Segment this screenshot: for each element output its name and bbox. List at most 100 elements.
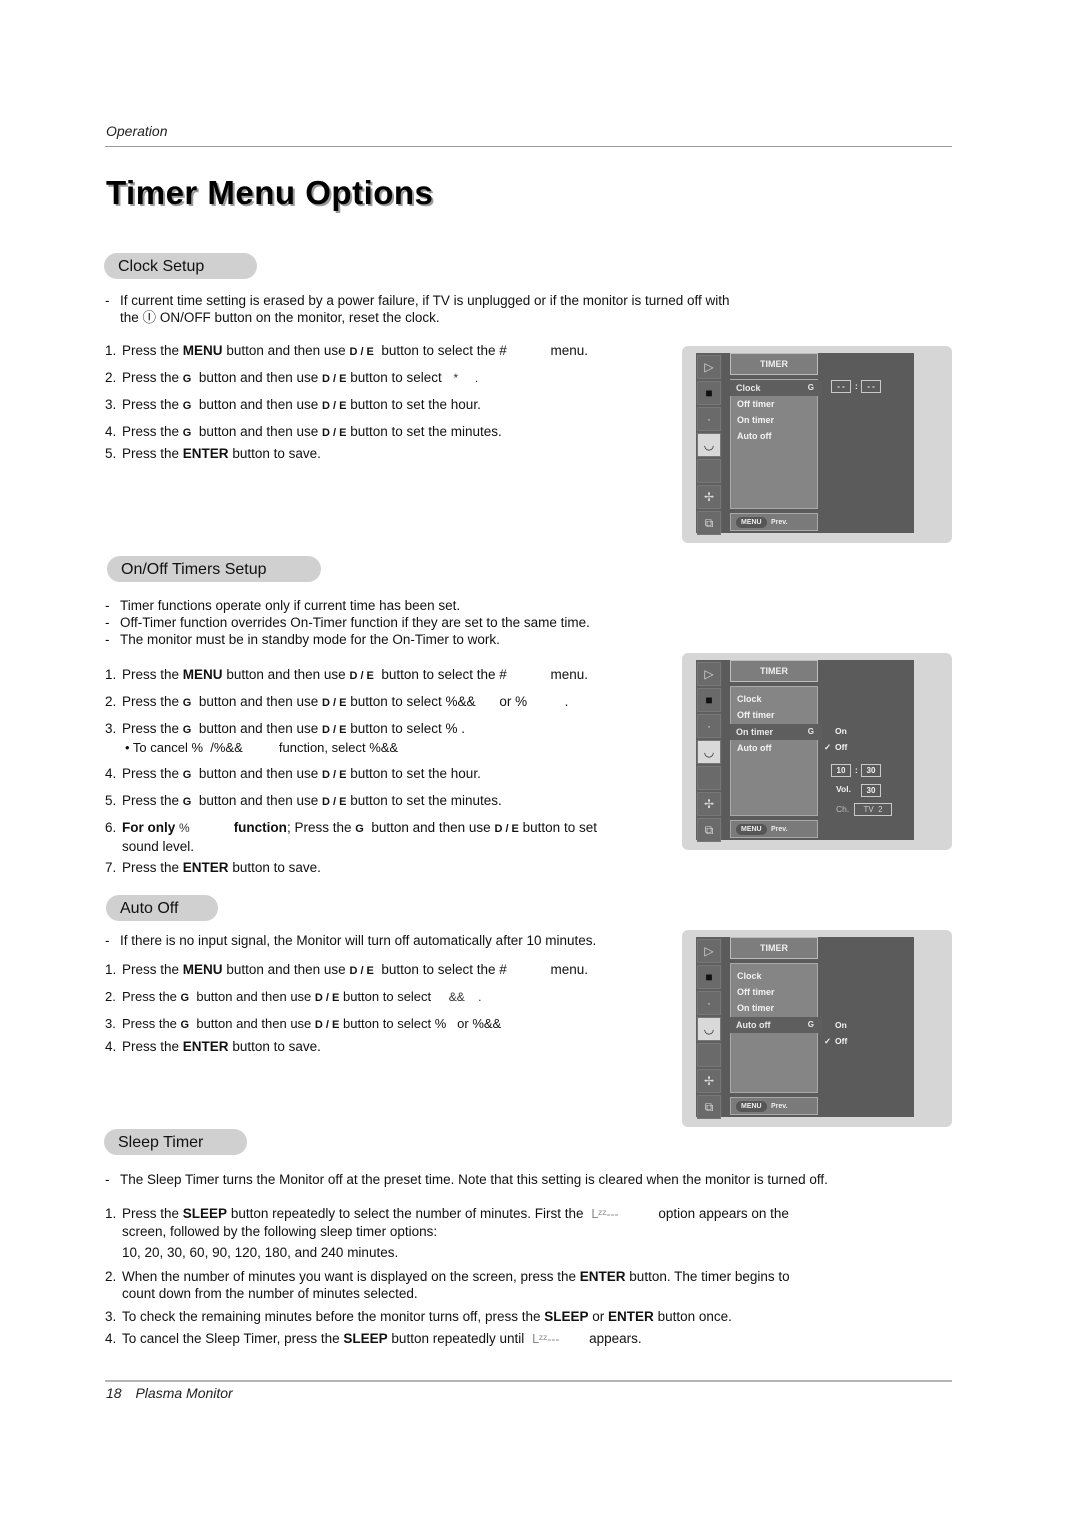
osd-menu-button[interactable]: MENU <box>736 1101 767 1112</box>
osd-timer-icon: ◡ <box>697 433 721 457</box>
sleep-icon: ᒪᶻᶻ--- <box>591 1207 619 1221</box>
osd-blank-icon <box>697 766 721 790</box>
right-key-icon: G <box>180 992 190 1004</box>
minute-field[interactable]: 30 <box>861 764 881 777</box>
osd-icon-strip: ▷ ■ · ◡ ✢ ⧉ <box>696 353 722 535</box>
osd-item-off-timer[interactable]: Off timer <box>731 396 817 412</box>
onoff-step-3: 3. Press the G button and then use D / E… <box>105 721 466 755</box>
osd-menu-footer: MENU Prev. <box>730 1097 818 1115</box>
osd-item-clock[interactable]: Clock G <box>730 380 822 396</box>
osd-item-on-timer[interactable]: On timer <box>731 1000 817 1016</box>
onoff-heading: On/Off Timers Setup <box>107 556 321 582</box>
option-off[interactable]: Off <box>835 742 847 752</box>
section-label: Operation <box>106 123 168 139</box>
osd-menu-button[interactable]: MENU <box>736 824 767 835</box>
option-on[interactable]: On <box>835 1020 847 1030</box>
up-down-keys-icon: D / E <box>322 427 347 439</box>
auto-off-heading: Auto Off <box>106 895 218 921</box>
osd-pip-icon: ⧉ <box>697 511 721 535</box>
osd-menu-button[interactable]: MENU <box>736 517 767 528</box>
osd-item-clock[interactable]: Clock <box>731 691 817 707</box>
osd-cursor-icon: ▷ <box>697 939 721 963</box>
osd-item-off-timer[interactable]: Off timer <box>731 984 817 1000</box>
onoff-step-5: 5. Press the G button and then use D / E… <box>105 793 502 808</box>
right-key-icon: G <box>182 724 192 736</box>
right-key-icon: G <box>182 373 192 385</box>
onoff-notes: - Timer functions operate only if current… <box>105 598 590 647</box>
footer: 18 Plasma Monitor <box>106 1385 233 1401</box>
up-down-keys-icon: D / E <box>349 346 374 358</box>
right-key-icon: G <box>182 697 192 709</box>
up-down-keys-icon: D / E <box>494 823 519 835</box>
osd-icon-strip: ▷ ■ · ◡ ✢ ⧉ <box>696 660 722 842</box>
volume-field[interactable]: 30 <box>861 784 881 797</box>
up-down-keys-icon: D / E <box>314 1019 340 1031</box>
osd-sound-icon: · <box>697 714 721 738</box>
clock-step-2: 2. Press the G button and then use D / E… <box>105 370 479 385</box>
up-down-keys-icon: D / E <box>322 373 347 385</box>
right-key-icon: G <box>180 1019 190 1031</box>
up-down-keys-icon: D / E <box>322 769 347 781</box>
up-down-keys-icon: D / E <box>322 796 347 808</box>
sleep-note: - The Sleep Timer turns the Monitor off a… <box>105 1172 828 1187</box>
onoff-step-6: 6. For only % function; Press the G butto… <box>105 820 597 854</box>
sleep-icon: ᒪᶻᶻ--- <box>532 1332 560 1346</box>
osd-icon-strip: ▷ ■ · ◡ ✢ ⧉ <box>696 937 722 1119</box>
sleep-step-1: 1. Press the SLEEP button repeatedly to … <box>105 1206 789 1260</box>
osd-item-on-timer[interactable]: On timer <box>731 412 817 428</box>
osd-item-auto-off[interactable]: Auto off <box>731 740 817 756</box>
check-icon: ✓ <box>824 742 832 752</box>
up-down-keys-icon: D / E <box>349 670 374 682</box>
right-key-icon: G <box>182 427 192 439</box>
power-icon: Ⓘ <box>142 310 157 325</box>
osd-picture-icon: ■ <box>697 381 721 405</box>
osd-sound-icon: · <box>697 407 721 431</box>
sleep-timer-heading: Sleep Timer <box>104 1129 247 1155</box>
auto-off-step-3: 3. Press the G button and then use D / E… <box>105 1016 502 1031</box>
osd-item-on-timer[interactable]: On timer G <box>730 724 822 740</box>
osd-blank-icon <box>697 459 721 483</box>
osd-item-off-timer[interactable]: Off timer <box>731 707 817 723</box>
option-on[interactable]: On <box>835 726 847 736</box>
product-name: Plasma Monitor <box>135 1385 233 1401</box>
osd-cursor-icon: ▷ <box>697 662 721 686</box>
option-off[interactable]: Off <box>835 1036 847 1046</box>
auto-off-note: - If there is no input signal, the Monito… <box>105 933 597 948</box>
up-down-keys-icon: D / E <box>314 992 340 1004</box>
up-down-keys-icon: D / E <box>349 965 374 977</box>
check-icon: ✓ <box>824 1036 832 1046</box>
osd-item-auto-off[interactable]: Auto off G <box>730 1017 822 1033</box>
page-number: 18 <box>106 1385 122 1401</box>
osd-clock-screenshot: ▷ ■ · ◡ ✢ ⧉ TIMER Clock G Off timer On ti… <box>682 346 952 543</box>
right-key-icon: G <box>182 400 192 412</box>
clock-note: - If current time setting is erased by a… <box>105 293 730 325</box>
up-down-keys-icon: D / E <box>322 697 347 709</box>
minute-field[interactable]: - - <box>861 380 881 393</box>
osd-sound-icon: · <box>697 991 721 1015</box>
channel-field[interactable]: TV 2 <box>854 803 892 816</box>
osd-cursor-icon: ▷ <box>697 355 721 379</box>
osd-blank-icon <box>697 1043 721 1067</box>
hour-field[interactable]: 10 <box>831 764 851 777</box>
right-key-icon: G <box>182 796 192 808</box>
osd-item-clock[interactable]: Clock <box>731 968 817 984</box>
sleep-step-3: 3. To check the remaining minutes before… <box>105 1309 732 1324</box>
hour-field[interactable]: - - <box>831 380 851 393</box>
osd-menu-title: TIMER <box>730 660 818 682</box>
clock-step-5: 5. Press the ENTER button to save. <box>105 446 321 461</box>
clock-step-3: 3. Press the G button and then use D / E… <box>105 397 481 412</box>
osd-menu-footer: MENU Prev. <box>730 820 818 838</box>
osd-auto-off-screenshot: ▷ ■ · ◡ ✢ ⧉ TIMER Clock Off timer On tim… <box>682 930 952 1127</box>
onoff-step-4: 4. Press the G button and then use D / E… <box>105 766 481 781</box>
osd-timer-icon: ◡ <box>697 1017 721 1041</box>
osd-item-auto-off[interactable]: Auto off <box>731 428 817 444</box>
osd-menu-title: TIMER <box>730 353 818 375</box>
up-down-keys-icon: D / E <box>322 724 347 736</box>
osd-pip-icon: ⧉ <box>697 1095 721 1119</box>
auto-off-step-1: 1. Press the MENU button and then use D … <box>105 962 589 977</box>
osd-move-icon: ✢ <box>697 792 721 816</box>
auto-off-step-2: 2. Press the G button and then use D / E… <box>105 989 482 1004</box>
page-title: Timer Menu Options <box>106 174 434 211</box>
osd-move-icon: ✢ <box>697 1069 721 1093</box>
osd-timer-icon: ◡ <box>697 740 721 764</box>
